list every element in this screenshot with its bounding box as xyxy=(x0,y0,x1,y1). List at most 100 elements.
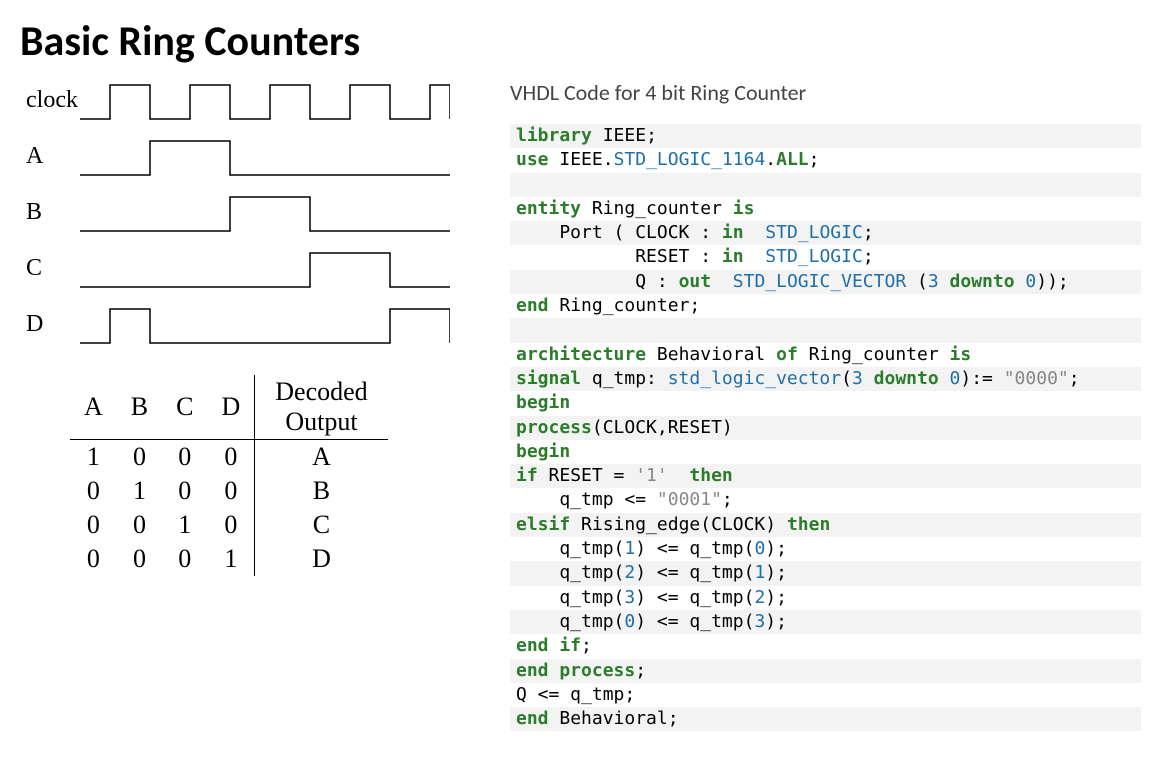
code-token: q_tmp( xyxy=(516,611,624,632)
code-line: architecture Behavioral of Ring_counter … xyxy=(510,343,1141,367)
code-token: STD_LOGIC xyxy=(765,246,863,267)
wave-row-b: B xyxy=(20,191,490,233)
code-line: process(CLOCK,RESET) xyxy=(510,416,1141,440)
table-row: 0100B xyxy=(70,474,388,508)
code-token: Ring_counter xyxy=(559,295,689,316)
code-token: is xyxy=(733,198,755,219)
table-row: 0010C xyxy=(70,508,388,542)
code-line: end Behavioral; xyxy=(510,707,1141,731)
table-row: 0001D xyxy=(70,542,388,576)
truth-cell: 0 xyxy=(162,440,207,475)
code-line: q_tmp(3) <= q_tmp(2); xyxy=(510,586,1141,610)
code-token xyxy=(744,246,766,267)
truth-cell: 0 xyxy=(162,542,207,576)
code-token: q_tmp( xyxy=(516,587,624,608)
code-token: 1 xyxy=(754,562,765,583)
code-token: signal xyxy=(516,368,592,389)
wave-row-clock: clock xyxy=(20,79,490,121)
code-token: downto xyxy=(950,271,1015,292)
code-token xyxy=(711,271,733,292)
code-token: 3 xyxy=(624,587,635,608)
code-token: ):= xyxy=(960,368,1003,389)
code-token: downto xyxy=(874,368,939,389)
code-token: entity xyxy=(516,198,592,219)
code-token: 3 xyxy=(852,368,863,389)
code-line: Port ( CLOCK : in STD_LOGIC; xyxy=(510,221,1141,245)
code-token: ( xyxy=(841,368,852,389)
code-token: process xyxy=(516,417,592,438)
code-token: ; xyxy=(689,295,700,316)
code-token: q_tmp( xyxy=(516,538,624,559)
code-line xyxy=(510,318,1141,342)
left-column: clock A B C xyxy=(20,79,490,731)
code-token: ; xyxy=(809,149,820,170)
code-token: ); xyxy=(765,538,787,559)
code-token: ); xyxy=(765,611,787,632)
code-token: STD_LOGIC_1164 xyxy=(614,149,766,170)
code-token: ; xyxy=(863,246,874,267)
truth-header-b: B xyxy=(117,375,162,440)
code-token: library xyxy=(516,125,603,146)
truth-cell: 0 xyxy=(207,474,254,508)
code-token: IEEE xyxy=(559,149,602,170)
code-token: )); xyxy=(1036,271,1069,292)
code-token: q_tmp: xyxy=(592,368,668,389)
code-token xyxy=(939,368,950,389)
code-token: Q <= q_tmp; xyxy=(516,684,635,705)
truth-header-decoded: Decoded Output xyxy=(255,375,388,440)
code-token: in xyxy=(722,246,744,267)
code-token: "0000" xyxy=(1004,368,1069,389)
code-token: end if xyxy=(516,635,581,656)
code-token xyxy=(863,368,874,389)
code-line: entity Ring_counter is xyxy=(510,197,1141,221)
code-token: ) <= q_tmp( xyxy=(635,538,754,559)
code-line: signal q_tmp: std_logic_vector(3 downto … xyxy=(510,367,1141,391)
code-line: q_tmp(1) <= q_tmp(0); xyxy=(510,537,1141,561)
code-token: ALL xyxy=(776,149,809,170)
code-token: RESET = xyxy=(549,465,636,486)
code-token: 0 xyxy=(950,368,961,389)
code-token: q_tmp <= xyxy=(516,489,657,510)
wave-row-c: C xyxy=(20,247,490,289)
code-token: . xyxy=(603,149,614,170)
code-token: begin xyxy=(516,392,570,413)
truth-cell: 0 xyxy=(207,440,254,475)
code-token: end process xyxy=(516,660,635,681)
code-token: ; xyxy=(635,660,646,681)
decoded-bottom: Output xyxy=(275,407,367,437)
code-token: STD_LOGIC_VECTOR xyxy=(733,271,906,292)
truth-output-cell: B xyxy=(255,474,388,508)
code-line: end if; xyxy=(510,634,1141,658)
code-token: IEEE xyxy=(603,125,646,146)
truth-cell: 0 xyxy=(162,474,207,508)
code-token: . xyxy=(765,149,776,170)
truth-cell: 0 xyxy=(70,508,117,542)
code-token: ; xyxy=(668,708,679,729)
truth-header-d: D xyxy=(207,375,254,440)
code-token: ; xyxy=(646,125,657,146)
code-token xyxy=(1015,271,1026,292)
code-token: (CLOCK,RESET) xyxy=(592,417,733,438)
signal-a-waveform-icon xyxy=(80,135,450,177)
truth-table: A B C D Decoded Output 1000A0100B0010C00… xyxy=(20,375,490,576)
code-token: begin xyxy=(516,441,570,462)
wave-label-clock: clock xyxy=(20,87,80,114)
truth-output-cell: D xyxy=(255,542,388,576)
code-token: q_tmp( xyxy=(516,562,624,583)
truth-cell: 1 xyxy=(207,542,254,576)
truth-cell: 0 xyxy=(117,508,162,542)
code-token xyxy=(744,222,766,243)
code-line: Q <= q_tmp; xyxy=(510,683,1141,707)
wave-label-b: B xyxy=(20,199,80,226)
code-line: Q : out STD_LOGIC_VECTOR (3 downto 0)); xyxy=(510,270,1141,294)
truth-header-c: C xyxy=(162,375,207,440)
code-token: 1 xyxy=(624,538,635,559)
page-title: Basic Ring Counters xyxy=(20,16,1141,67)
code-token: architecture xyxy=(516,344,657,365)
clock-waveform-icon xyxy=(80,79,450,121)
code-token: in xyxy=(722,222,744,243)
code-line: q_tmp <= "0001"; xyxy=(510,488,1141,512)
code-token: ( xyxy=(906,271,928,292)
code-line: q_tmp(2) <= q_tmp(1); xyxy=(510,561,1141,585)
code-token: 0 xyxy=(754,538,765,559)
